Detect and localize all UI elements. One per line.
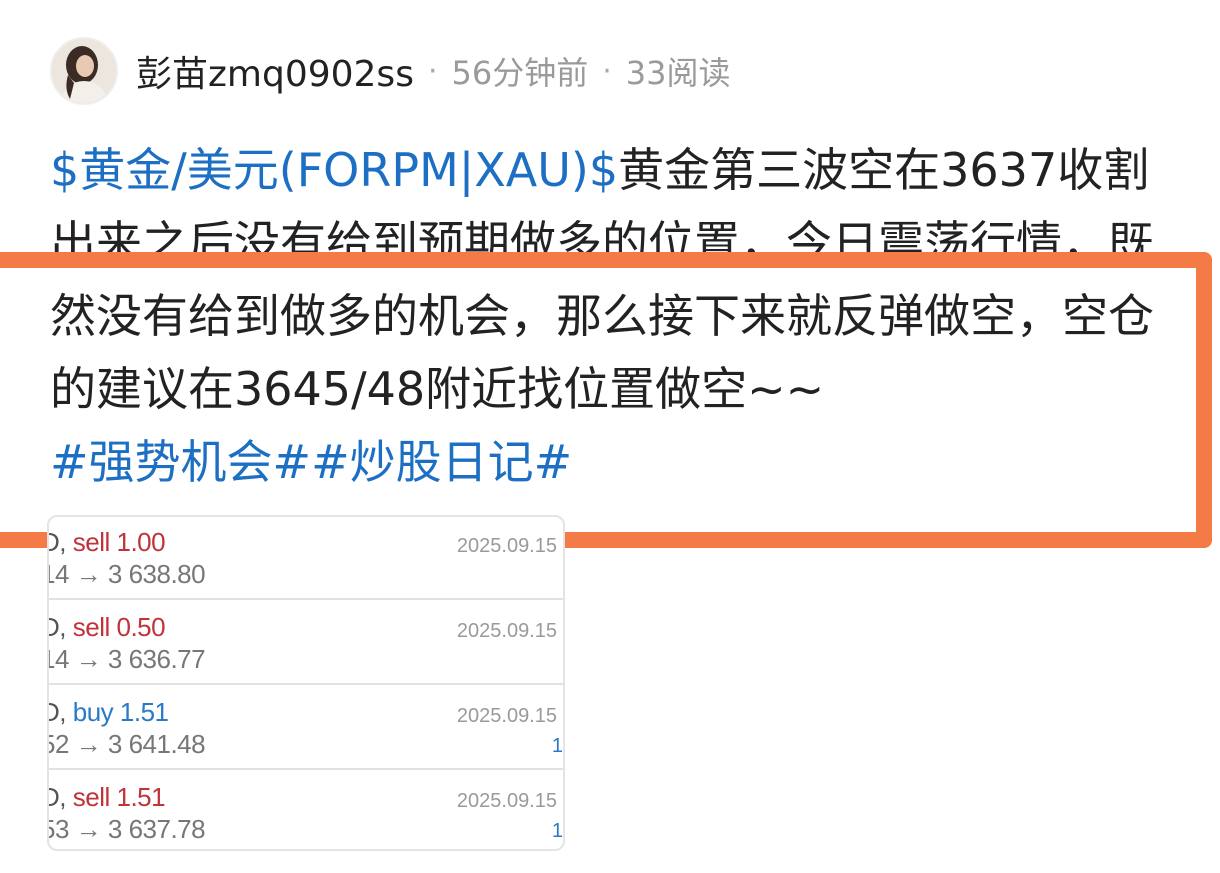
trade-open-price: 14 — [49, 559, 69, 589]
trade-history-image[interactable]: D, sell 1.00 14 → 3 638.80 2025.09.15 D,… — [47, 515, 565, 851]
trade-profit-fragment: 1 — [551, 820, 563, 842]
trade-profit-fragment: 1 — [551, 735, 563, 757]
arrow-right-icon: → — [75, 644, 102, 674]
trade-close-price: 3 636.77 — [107, 644, 206, 674]
trade-side: sell — [72, 612, 111, 642]
trade-date: 2025.09.15 — [456, 620, 557, 642]
trade-date: 2025.09.15 — [456, 705, 557, 727]
trade-title: D, buy 1.51 — [49, 697, 169, 728]
stock-link[interactable]: $黄金/美元(FORPM|XAU)$ — [50, 143, 618, 197]
trade-side: buy — [72, 697, 114, 727]
trade-symbol: D, — [49, 612, 67, 642]
trade-side: sell — [72, 782, 111, 812]
trade-row: D, sell 1.51 53 → 3 637.78 2025.09.15 1 — [49, 770, 563, 849]
post-body: $黄金/美元(FORPM|XAU)$黄金第三波空在3637收割出来之后没有给到预… — [50, 134, 1190, 499]
username[interactable]: 彭苗zmq0902ss — [136, 45, 414, 97]
trade-prices: 52 → 3 641.48 — [49, 729, 206, 760]
arrow-right-icon: → — [75, 729, 102, 759]
avatar[interactable] — [50, 37, 118, 105]
trade-close-price: 3 637.78 — [107, 814, 206, 844]
trade-symbol: D, — [49, 782, 67, 812]
arrow-right-icon: → — [75, 559, 102, 589]
trade-lots: 0.50 — [116, 612, 166, 642]
trade-title: D, sell 0.50 — [49, 612, 166, 643]
trade-date: 2025.09.15 — [456, 790, 557, 812]
trade-lots: 1.00 — [116, 527, 166, 557]
post-header: 彭苗zmq0902ss · 56分钟前 · 33阅读 — [50, 36, 731, 106]
meta-separator: · — [602, 53, 612, 89]
trade-prices: 14 → 3 636.77 — [49, 644, 206, 675]
avatar-photo-icon — [52, 39, 116, 103]
trade-title: D, sell 1.00 — [49, 527, 166, 558]
trade-close-price: 3 641.48 — [107, 729, 206, 759]
trade-prices: 53 → 3 637.78 — [49, 814, 206, 845]
arrow-right-icon: → — [75, 814, 102, 844]
read-count: 33阅读 — [625, 54, 731, 92]
trade-symbol: D, — [49, 527, 67, 557]
trade-lots: 1.51 — [119, 697, 169, 727]
trade-open-price: 52 — [49, 729, 69, 759]
trade-title: D, sell 1.51 — [49, 782, 166, 813]
trade-close-price: 3 638.80 — [107, 559, 206, 589]
meta-separator: · — [427, 53, 438, 89]
trade-date: 2025.09.15 — [456, 535, 557, 557]
trade-side: sell — [72, 527, 111, 557]
trade-row: D, sell 0.50 14 → 3 636.77 2025.09.15 — [49, 600, 563, 685]
trade-lots: 1.51 — [116, 782, 166, 812]
trade-symbol: D, — [49, 697, 67, 727]
topic-tag-strong-opportunity[interactable]: #强势机会# — [50, 435, 311, 489]
post-time: 56分钟前 — [451, 54, 589, 92]
trade-row: D, buy 1.51 52 → 3 641.48 2025.09.15 1 — [49, 685, 563, 770]
topic-tag-stock-diary[interactable]: #炒股日记# — [311, 435, 572, 489]
trade-open-price: 14 — [49, 644, 69, 674]
trade-row: D, sell 1.00 14 → 3 638.80 2025.09.15 — [49, 517, 563, 600]
trade-open-price: 53 — [49, 814, 69, 844]
trade-prices: 14 → 3 638.80 — [49, 559, 206, 590]
